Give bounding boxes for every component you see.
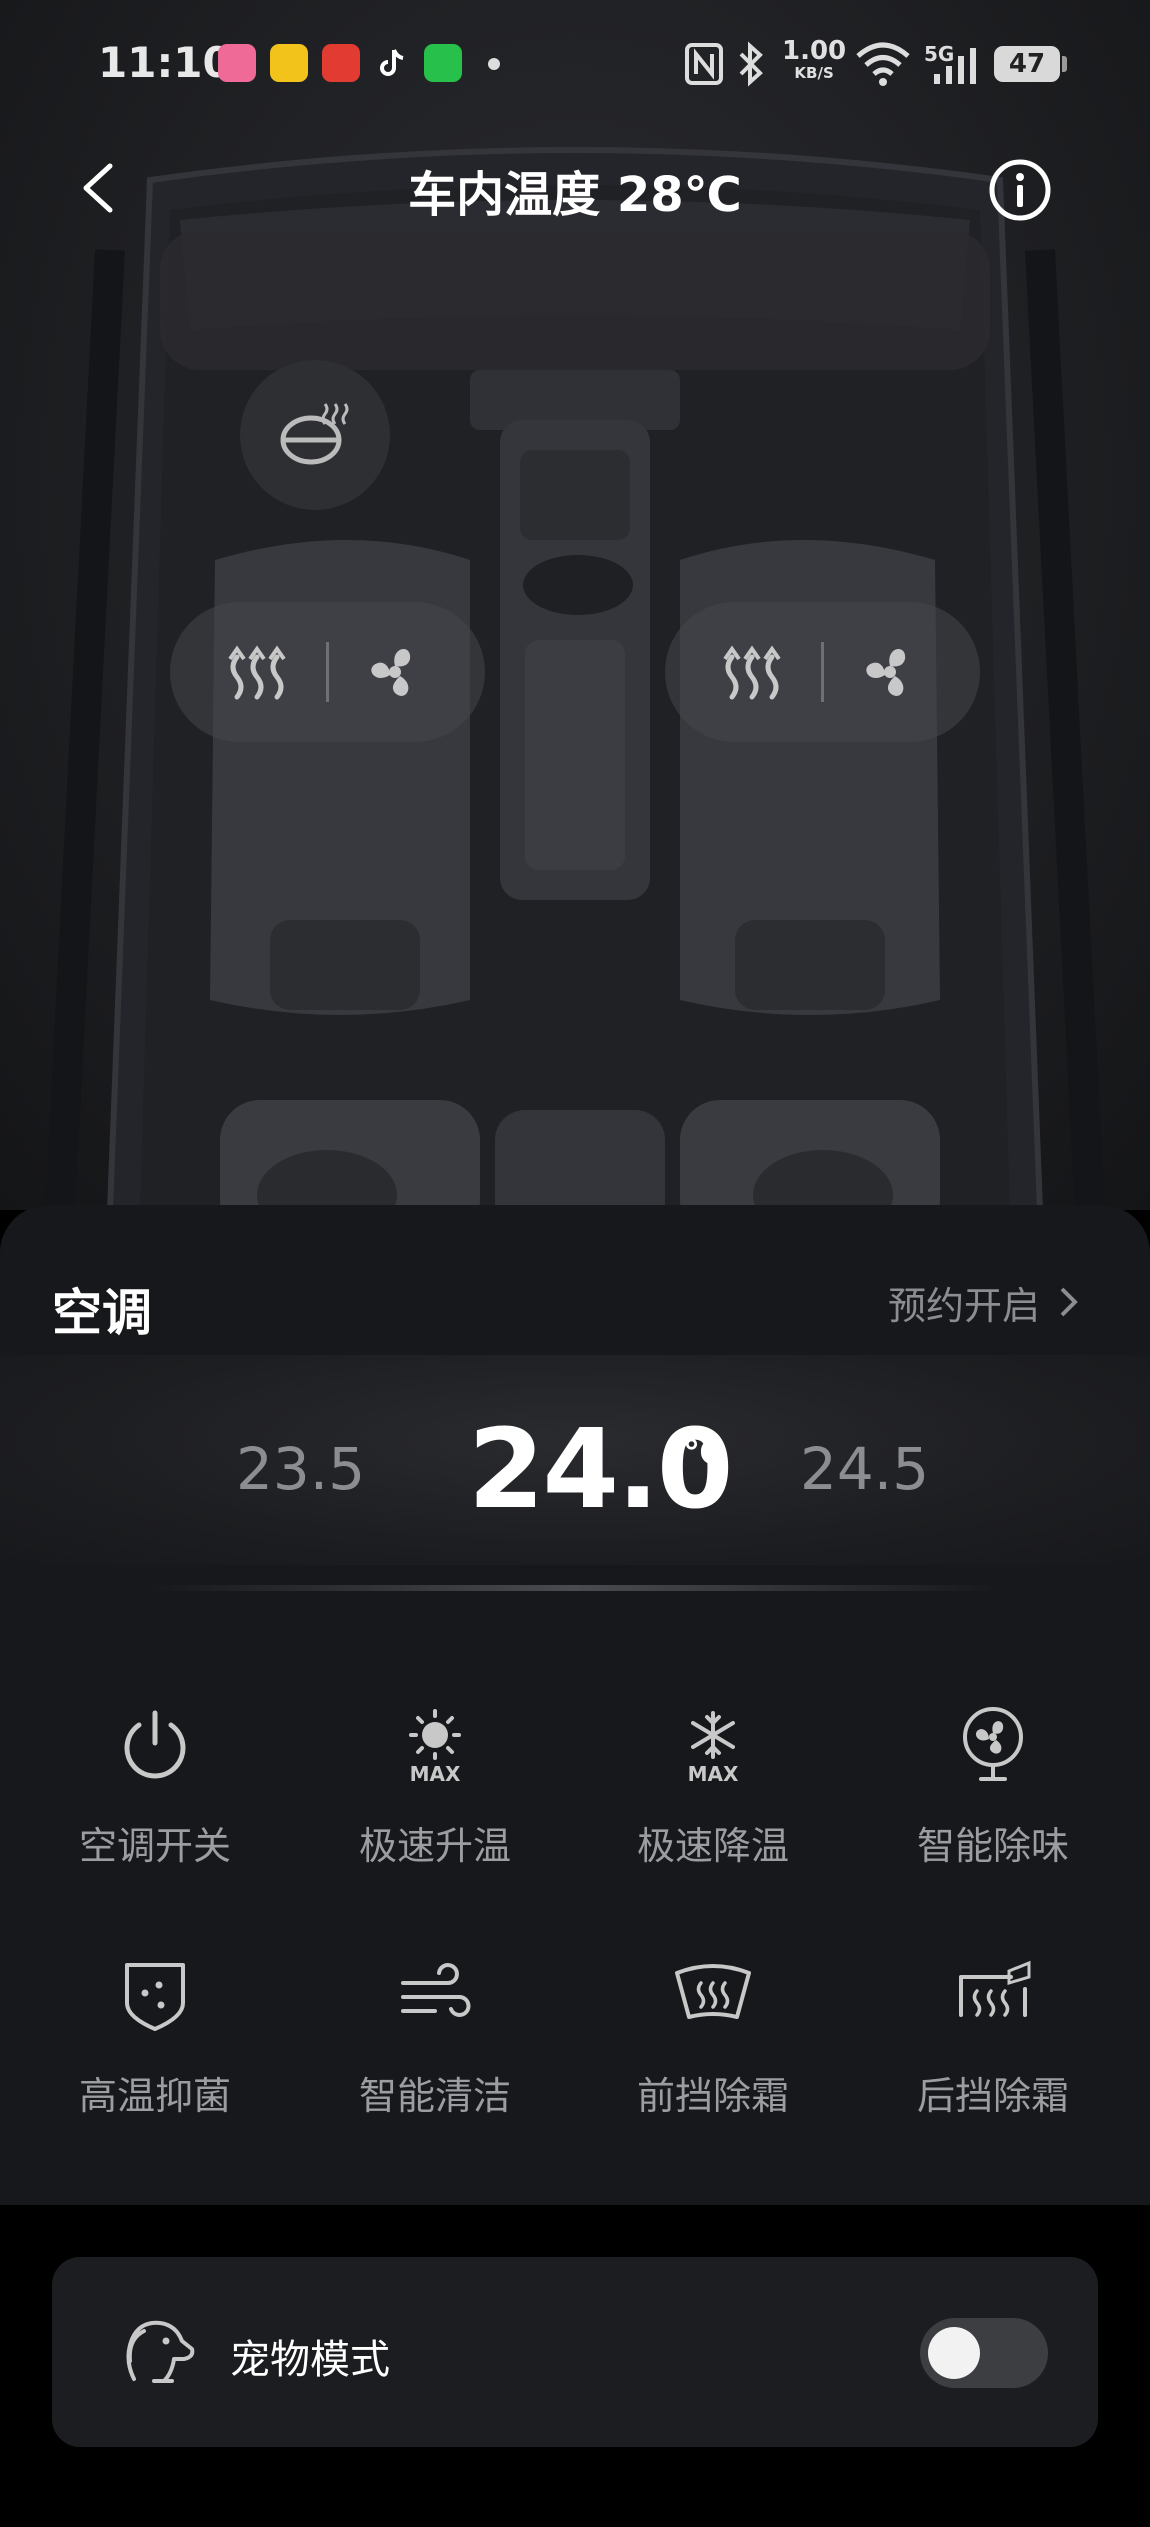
battery-level: 47: [994, 46, 1060, 82]
ac-power-label: 空调开关: [78, 1824, 231, 1868]
seat-divider: [821, 642, 824, 702]
yellow-app-icon: [270, 44, 308, 82]
page-title: 车内温度 28℃: [408, 167, 742, 223]
smart-deodorize-button[interactable]: 智能除味: [868, 1705, 1118, 1905]
toggle-knob: [928, 2327, 980, 2379]
schedule-on-link[interactable]: 预约开启: [888, 1275, 1080, 1330]
high-temp-sterilize-label: 高温抑菌: [78, 2074, 231, 2118]
car-view: 11:10 1.00 KB/S 5G 47 车内温度 28℃: [0, 0, 1150, 1210]
smart-deodorize-label: 智能除味: [916, 1824, 1069, 1868]
max-text: MAX: [410, 1762, 461, 1785]
shield-dots-icon: [125, 1963, 185, 2031]
power-icon: [124, 1710, 186, 1779]
schedule-label: 预约开启: [887, 1284, 1040, 1328]
tiktok-icon: [380, 49, 404, 76]
status-time: 11:10: [98, 38, 232, 87]
nfc-icon: [685, 43, 723, 85]
pet-mode-label: 宠物模式: [230, 2337, 390, 2383]
wechat-icon: [424, 44, 462, 82]
front-defrost-label: 前挡除霜: [636, 2074, 789, 2118]
ac-panel-title: 空调: [52, 1284, 152, 1342]
fast-cool-button[interactable]: MAX 极速降温: [588, 1705, 838, 1905]
steering-heat-icon: [280, 403, 349, 465]
front-defrost-icon: [675, 1964, 751, 2019]
fan-icon: [963, 1707, 1023, 1781]
chevron-right-icon: [1060, 1287, 1078, 1317]
ac-panel: 空调 预约开启 23.5 24.0 ℃ 24.5 空调开关 MAX 极速升温 M…: [0, 1205, 1150, 2205]
seat-heat-icon[interactable]: [717, 637, 787, 707]
snowflake-max-icon: MAX: [688, 1711, 739, 1785]
steering-wheel-heat-button[interactable]: [240, 360, 390, 510]
wind-icon: [401, 1963, 471, 2017]
temp-scale-line: [150, 1585, 1000, 1591]
temp-option-lower[interactable]: 23.5: [236, 1435, 365, 1503]
dog-icon: [126, 2320, 195, 2383]
battery-tip: [1062, 56, 1067, 72]
fast-heat-label: 极速升温: [358, 1824, 511, 1868]
seat-divider: [326, 642, 329, 702]
rear-defrost-label: 后挡除霜: [916, 2074, 1069, 2118]
rear-defrost-icon: [959, 1960, 1031, 2017]
pet-mode-toggle[interactable]: [920, 2318, 1048, 2388]
seat-heat-icon[interactable]: [222, 637, 292, 707]
temp-unit: ℃: [683, 1433, 725, 1473]
red-app-icon: [322, 44, 360, 82]
status-bar: 11:10 1.00 KB/S 5G 47: [0, 0, 1150, 130]
temp-option-higher[interactable]: 24.5: [800, 1435, 929, 1503]
seat-fan-icon[interactable]: [360, 637, 430, 707]
fast-heat-button[interactable]: MAX 极速升温: [310, 1705, 560, 1905]
info-button[interactable]: [988, 158, 1052, 222]
high-temp-sterilize-button[interactable]: 高温抑菌: [30, 1955, 280, 2155]
fast-cool-label: 极速降温: [636, 1824, 789, 1868]
bluetooth-icon: [739, 41, 763, 87]
right-seat-controls: [665, 602, 980, 742]
wifi-icon: [856, 42, 910, 86]
seat-fan-icon[interactable]: [855, 637, 925, 707]
pet-mode-card: 宠物模式: [52, 2257, 1098, 2447]
front-defrost-button[interactable]: 前挡除霜: [588, 1955, 838, 2155]
rear-defrost-button[interactable]: 后挡除霜: [868, 1955, 1118, 2155]
smart-clean-label: 智能清洁: [358, 2074, 511, 2118]
smart-clean-button[interactable]: 智能清洁: [310, 1955, 560, 2155]
bilibili-icon: [218, 44, 256, 82]
sun-max-icon: MAX: [409, 1709, 461, 1785]
left-seat-controls: [170, 602, 485, 742]
ac-power-button[interactable]: 空调开关: [30, 1705, 280, 1905]
network-speed: 1.00 KB/S: [782, 36, 847, 82]
signal-icon: [934, 48, 976, 84]
max-text: MAX: [688, 1762, 739, 1785]
more-notifications-dot: [488, 58, 500, 70]
